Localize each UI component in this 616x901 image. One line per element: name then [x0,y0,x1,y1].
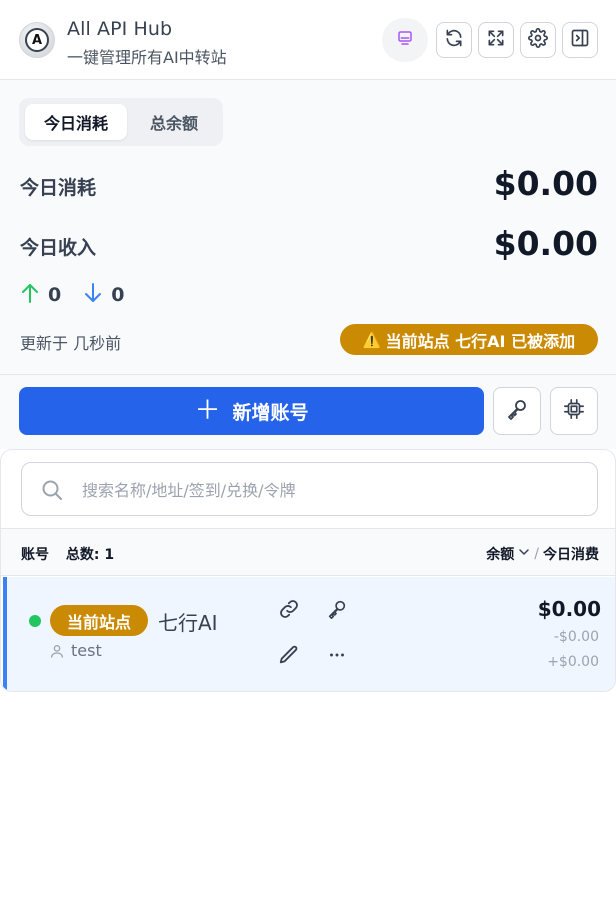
link-icon [278,598,300,624]
today-income-label: 今日收入 [20,237,97,259]
chevron-down-icon[interactable] [518,546,530,562]
settings-button[interactable] [520,22,556,58]
online-status-dot [29,615,41,627]
logo-letter: A [25,28,49,52]
open-site-button[interactable] [275,597,303,625]
sidebar-toggle-icon [570,28,590,52]
cpu-icon [563,398,585,424]
model-list-button[interactable] [550,387,598,435]
more-options-button[interactable] [323,643,351,671]
add-account-button[interactable]: ＋ 新增账号 [19,387,484,435]
warning-icon: ⚠️ [362,330,382,349]
expand-icon [486,28,506,52]
key-icon [505,397,529,425]
refresh-button[interactable] [436,22,472,58]
stats-panel: 今日消耗 总余额 今日消耗 $0.00 今日收入 $0.00 0 0 更新于 几… [0,80,616,375]
sort-separator: / [534,546,539,562]
current-site-badge: 当前站点 [50,605,148,636]
arrow-up-icon [20,282,40,309]
expand-button[interactable] [478,22,514,58]
search-icon [40,478,64,506]
more-horizontal-icon [326,644,348,670]
sort-today-consumption[interactable]: 今日消费 [543,544,599,564]
tab-today-consumption[interactable]: 今日消耗 [25,104,127,140]
down-count: 0 [111,284,125,306]
add-account-label: 新增账号 [232,401,309,424]
account-today-income: +$0.00 [547,654,599,670]
list-header-left: 账号 总数: 1 [21,544,114,564]
pencil-icon [278,644,300,670]
warning-text: 当前站点 七行AI 已被添加 [385,331,576,351]
edit-account-button[interactable] [275,643,303,671]
request-counts: 0 0 [20,282,146,308]
account-key-button[interactable] [323,597,351,625]
app-title: All API Hub [67,18,173,40]
today-consumption-label: 今日消耗 [20,177,97,199]
site-name[interactable]: 七行AI [158,607,218,636]
action-bar: ＋ 新增账号 [0,375,616,449]
user-icon [49,643,65,663]
updated-time: 更新于 几秒前 [20,334,122,353]
account-today-consumption: -$0.00 [553,629,599,645]
display-mode-button[interactable] [382,18,428,62]
key-management-button[interactable] [493,387,541,435]
list-header: 账号 总数: 1 余额 / 今日消费 [1,528,615,576]
account-list-card: 账号 总数: 1 余额 / 今日消费 当前站点 七行AI test [0,449,616,692]
search-input[interactable] [82,477,582,503]
today-income-value: $0.00 [493,224,598,263]
up-count: 0 [48,284,62,306]
key-icon [326,598,348,624]
account-row[interactable]: 当前站点 七行AI test $0.00 -$0.00 +$0.00 [3,577,615,691]
site-added-warning-badge: ⚠️ 当前站点 七行AI 已被添加 [340,324,598,355]
sidebar-toggle-button[interactable] [562,22,598,58]
column-account: 账号 [21,547,49,563]
today-consumption-value: $0.00 [493,164,598,203]
refresh-icon [444,28,464,52]
plus-icon: ＋ [194,396,221,426]
tab-total-balance[interactable]: 总余额 [131,104,217,140]
sort-balance[interactable]: 余额 [486,544,514,564]
total-count: 总数: 1 [65,547,115,563]
arrow-down-icon [83,282,103,309]
stats-tab-switcher: 今日消耗 总余额 [19,98,223,146]
gear-icon [528,28,548,52]
account-balance: $0.00 [537,597,601,621]
search-box [21,462,598,516]
app-logo: A [19,22,55,58]
app-subtitle: 一键管理所有AI中转站 [67,48,227,67]
display-mode-icon [396,29,414,51]
sort-controls: 余额 / 今日消费 [486,544,599,564]
app-header: A All API Hub 一键管理所有AI中转站 [0,0,616,80]
account-username: test [71,641,102,660]
